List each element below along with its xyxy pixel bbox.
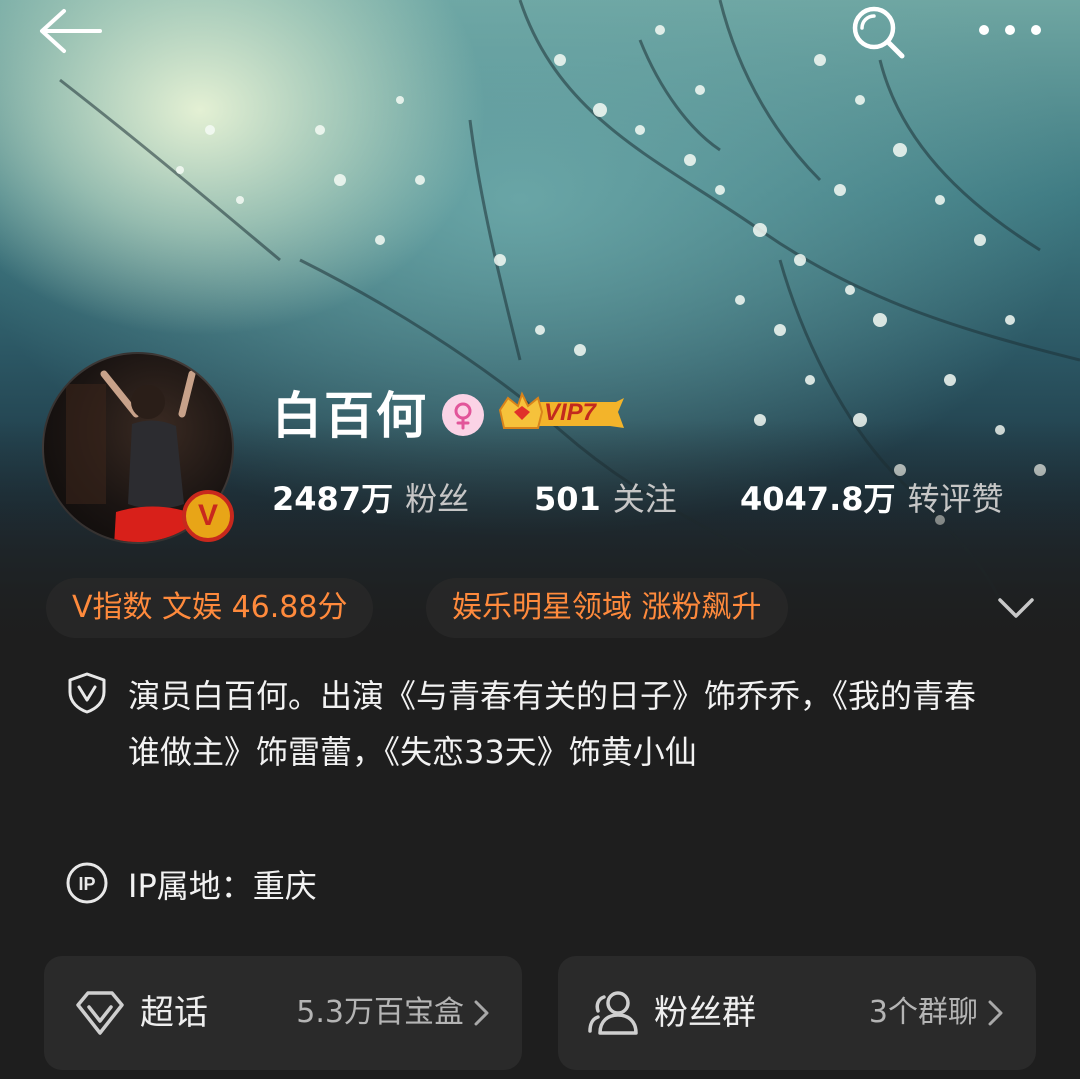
ip-icon: IP — [64, 860, 110, 906]
back-arrow-icon[interactable] — [36, 6, 106, 56]
svg-text:IP: IP — [78, 874, 95, 894]
chevron-down-icon[interactable] — [994, 590, 1038, 626]
bio-row: 演员白百何。出演《与青春有关的日子》饰乔乔，《我的青春谁做主》饰雷蕾，《失恋33… — [64, 668, 988, 780]
fan-group-meta: 3个群聊 — [868, 995, 978, 1030]
vip-level-label: VIP7 — [544, 399, 597, 426]
top-bar — [0, 0, 1080, 70]
more-dots-icon[interactable] — [972, 10, 1052, 50]
v-index-tag[interactable]: V指数 文娱 46.88分 — [46, 578, 374, 638]
ip-location-row: IP IP属地：重庆 — [64, 858, 988, 914]
vip-crown-icon[interactable]: VIP7 — [498, 390, 628, 438]
stat-followers-value: 2487万 — [272, 480, 394, 518]
stat-interactions-value: 4047.8万 — [740, 480, 896, 518]
super-topic-title: 超话 — [140, 993, 208, 1033]
profile-name: 白百何 — [272, 387, 428, 445]
stat-interactions-label: 转评赞 — [907, 480, 1004, 518]
chevron-right-icon — [986, 998, 1006, 1028]
group-icon — [588, 989, 640, 1037]
shield-v-icon — [64, 670, 110, 716]
super-topic-meta: 5.3万百宝盒 — [296, 995, 464, 1030]
stat-following-label: 关注 — [612, 480, 677, 518]
search-icon[interactable] — [848, 4, 910, 60]
chevron-right-icon — [472, 998, 492, 1028]
stat-interactions[interactable]: 4047.8万 转评赞 — [740, 474, 1004, 530]
super-topic-card[interactable]: 超话 5.3万百宝盒 — [44, 956, 522, 1070]
profile-cover-image[interactable] — [0, 0, 1080, 650]
rising-fans-tag[interactable]: 娱乐明星领域 涨粉飙升 — [426, 578, 788, 638]
stat-following[interactable]: 501 关注 — [534, 474, 677, 530]
female-icon — [442, 394, 484, 436]
stat-following-value: 501 — [534, 480, 601, 518]
diamond-icon — [74, 989, 126, 1037]
ip-location-text: IP属地：重庆 — [128, 867, 317, 905]
stat-followers-label: 粉丝 — [405, 480, 470, 518]
fan-group-title: 粉丝群 — [654, 993, 756, 1033]
bio-text: 演员白百何。出演《与青春有关的日子》饰乔乔，《我的青春谁做主》饰雷蕾，《失恋33… — [128, 677, 977, 771]
stat-followers[interactable]: 2487万 粉丝 — [272, 474, 469, 530]
fan-group-card[interactable]: 粉丝群 3个群聊 — [558, 956, 1036, 1070]
verified-v-badge: V — [182, 490, 234, 542]
